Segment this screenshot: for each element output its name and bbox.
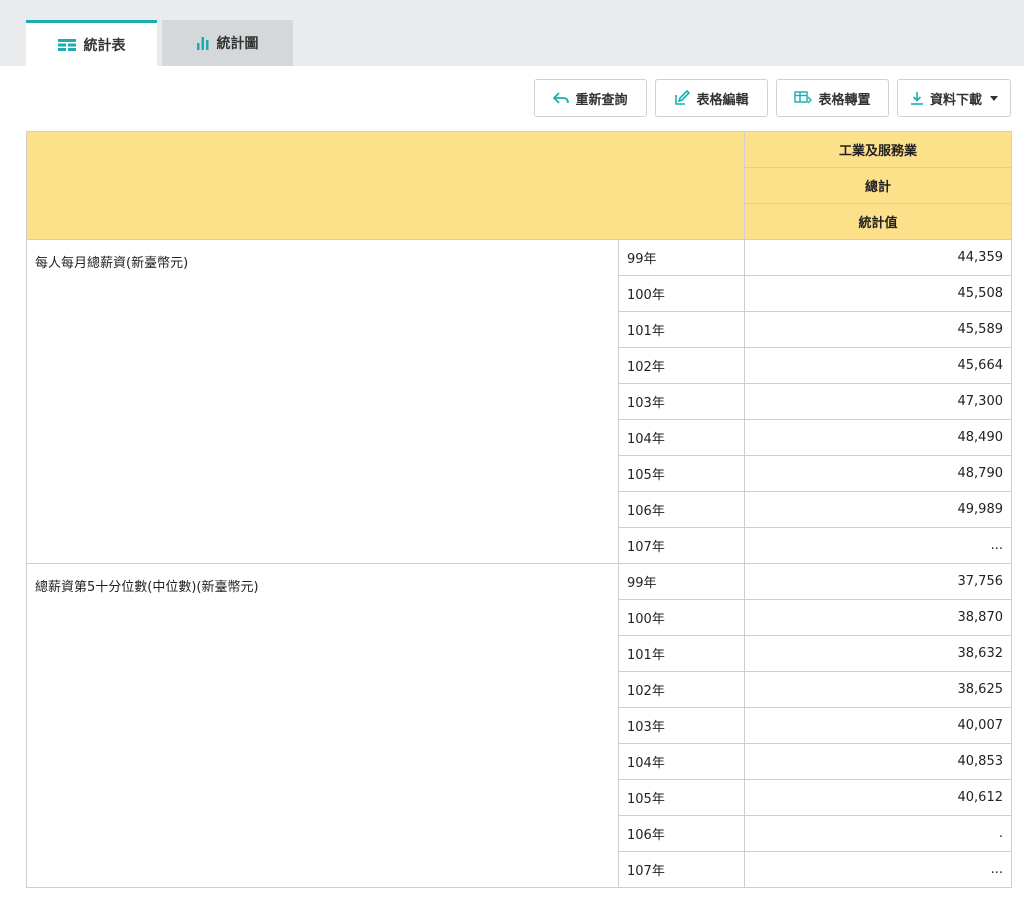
table-body: 每人每月總薪資(新臺幣元) 99年 44,359 100年 45,508 101年 45,5… bbox=[26, 239, 1012, 888]
transpose-icon bbox=[794, 91, 813, 105]
tab-label: 統計表 bbox=[83, 37, 126, 54]
statistics-table: 工業及服務業 總計 統計值 每人每月總薪資(新臺幣元) 99年 44,359 100年… bbox=[26, 131, 1012, 888]
transpose-table-label: 表格轉置 bbox=[818, 92, 871, 108]
value-cell: . bbox=[744, 815, 1012, 852]
year-cell: 106年 bbox=[618, 815, 745, 852]
value-cell: 49,989 bbox=[744, 491, 1012, 528]
download-icon bbox=[910, 91, 924, 105]
value-cell: 45,664 bbox=[744, 347, 1012, 384]
value-cell: 40,612 bbox=[744, 779, 1012, 816]
value-cell: ... bbox=[744, 851, 1012, 888]
year-cell: 102年 bbox=[618, 671, 745, 708]
value-cell: 38,632 bbox=[744, 635, 1012, 672]
year-cell: 104年 bbox=[618, 743, 745, 780]
column-header-statistic: 統計值 bbox=[744, 203, 1012, 240]
header-corner bbox=[26, 131, 745, 240]
tab-statistics-table[interactable]: 統計表 bbox=[26, 20, 157, 66]
year-cell: 100年 bbox=[618, 275, 745, 312]
value-cell: 45,508 bbox=[744, 275, 1012, 312]
year-cell: 105年 bbox=[618, 455, 745, 492]
download-data-label: 資料下載 bbox=[929, 92, 982, 108]
edit-icon bbox=[674, 90, 691, 106]
reply-arrow-icon bbox=[553, 92, 570, 104]
year-cell: 107年 bbox=[618, 851, 745, 888]
value-cell: 40,007 bbox=[744, 707, 1012, 744]
year-cell: 106年 bbox=[618, 491, 745, 528]
value-cell: 38,870 bbox=[744, 599, 1012, 636]
year-cell: 105年 bbox=[618, 779, 745, 816]
row-category-label: 每人每月總薪資(新臺幣元) bbox=[26, 239, 619, 564]
column-header-total: 總計 bbox=[744, 167, 1012, 204]
value-cell: 47,300 bbox=[744, 383, 1012, 420]
tab-label: 統計圖 bbox=[216, 36, 259, 52]
year-cell: 104年 bbox=[618, 419, 745, 456]
column-header-industry: 工業及服務業 bbox=[744, 131, 1012, 168]
tab-bar: 統計表 統計圖 bbox=[0, 0, 1024, 66]
year-cell: 99年 bbox=[618, 239, 745, 276]
value-cell: 48,790 bbox=[744, 455, 1012, 492]
value-cell: 40,853 bbox=[744, 743, 1012, 780]
requery-label: 重新查詢 bbox=[575, 92, 628, 108]
year-cell: 100年 bbox=[618, 599, 745, 636]
download-data-button[interactable]: 資料下載 bbox=[897, 79, 1011, 117]
value-cell: 48,490 bbox=[744, 419, 1012, 456]
year-cell: 103年 bbox=[618, 383, 745, 420]
tab-statistics-chart[interactable]: 統計圖 bbox=[162, 20, 293, 66]
table-row: 總薪資第5十分位數(中位數)(新臺幣元) 99年 37,756 bbox=[26, 563, 1012, 888]
year-cell: 107年 bbox=[618, 527, 745, 564]
value-cell: 45,589 bbox=[744, 311, 1012, 348]
edit-table-button[interactable]: 表格編輯 bbox=[655, 79, 768, 117]
transpose-table-button[interactable]: 表格轉置 bbox=[776, 79, 889, 117]
year-cell: 99年 bbox=[618, 563, 745, 600]
edit-table-label: 表格編輯 bbox=[696, 92, 749, 108]
table-row: 每人每月總薪資(新臺幣元) 99年 44,359 bbox=[26, 239, 1012, 564]
year-cell: 101年 bbox=[618, 311, 745, 348]
value-cell: 44,359 bbox=[744, 239, 1012, 276]
chevron-down-icon bbox=[990, 95, 998, 101]
value-cell: ... bbox=[744, 527, 1012, 564]
value-cell: 37,756 bbox=[744, 563, 1012, 600]
year-cell: 102年 bbox=[618, 347, 745, 384]
bar-chart-icon bbox=[196, 36, 209, 50]
requery-button[interactable]: 重新查詢 bbox=[534, 79, 647, 117]
table-icon bbox=[57, 38, 76, 51]
year-cell: 101年 bbox=[618, 635, 745, 672]
value-cell: 38,625 bbox=[744, 671, 1012, 708]
row-category-label: 總薪資第5十分位數(中位數)(新臺幣元) bbox=[26, 563, 619, 888]
table-header: 工業及服務業 總計 統計值 bbox=[26, 131, 1012, 240]
year-cell: 103年 bbox=[618, 707, 745, 744]
